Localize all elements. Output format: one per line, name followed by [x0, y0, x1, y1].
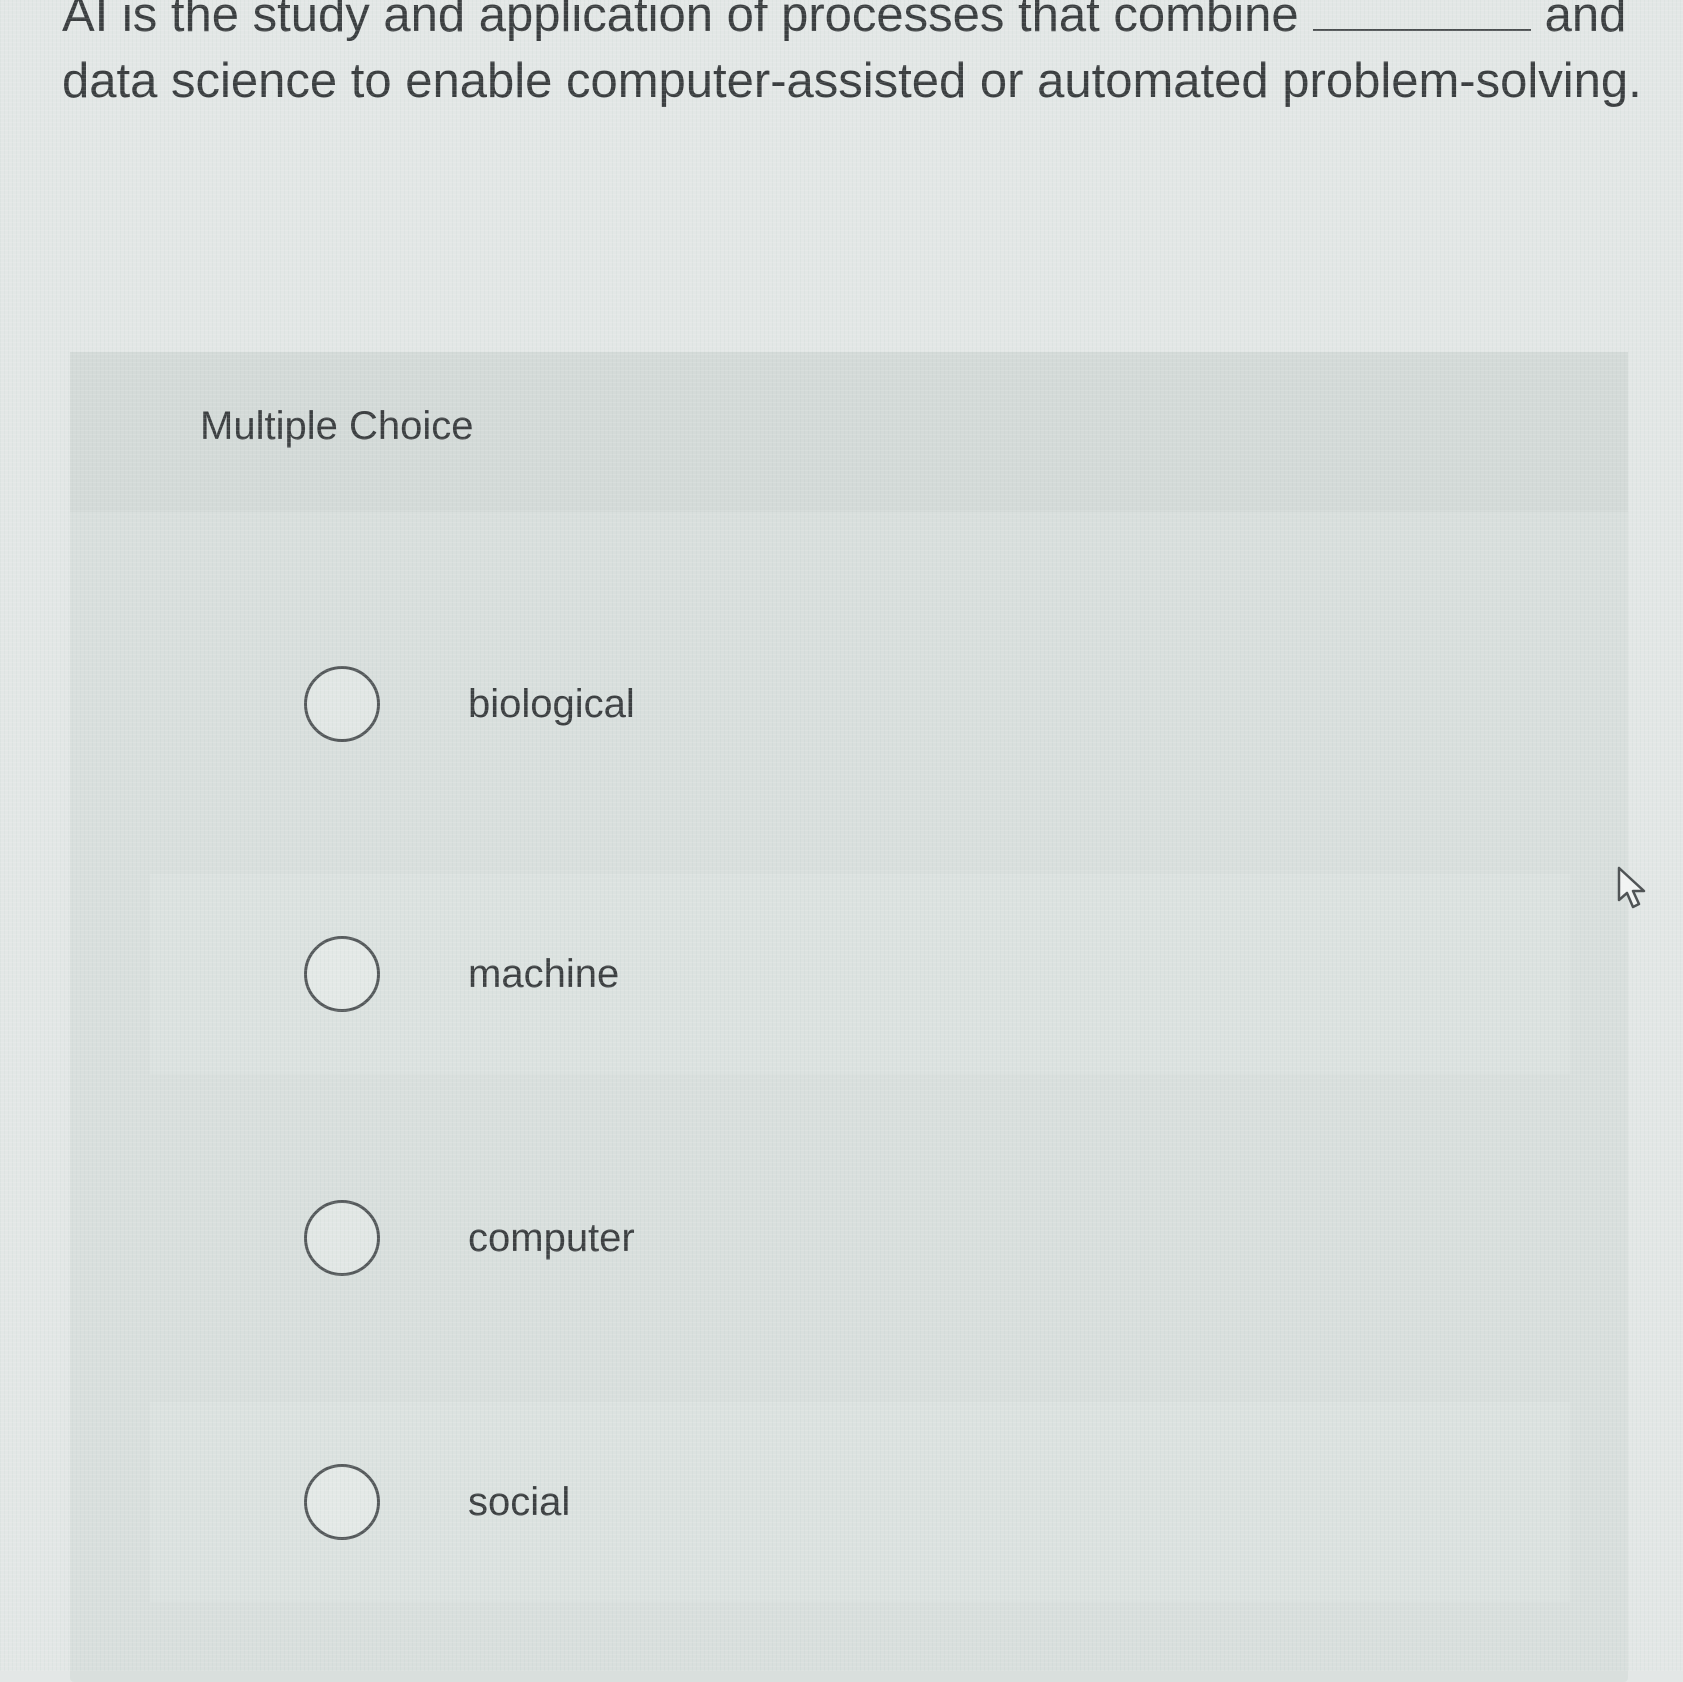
mouse-pointer-icon [1617, 866, 1646, 909]
option-machine[interactable]: machine [150, 874, 1570, 1074]
option-social[interactable]: social [150, 1402, 1570, 1602]
multiple-choice-header: Multiple Choice [70, 352, 1628, 512]
option-computer[interactable]: computer [150, 1138, 1570, 1338]
radio-circle-icon[interactable] [304, 1200, 380, 1276]
radio-circle-icon[interactable] [304, 936, 380, 1012]
option-biological[interactable]: biological [150, 604, 1570, 804]
question-text: AI is the study and application of proce… [62, 0, 1642, 114]
radio-circle-icon[interactable] [304, 1464, 380, 1540]
multiple-choice-panel: Multiple Choice biological machine compu… [70, 352, 1628, 1682]
option-label: social [468, 1479, 571, 1524]
option-label: machine [468, 951, 620, 996]
radio-circle-icon[interactable] [304, 666, 380, 742]
multiple-choice-title: Multiple Choice [200, 404, 474, 448]
option-label: computer [468, 1215, 635, 1260]
answer-blank [1312, 0, 1531, 31]
option-label: biological [468, 681, 635, 726]
question-text-before-blank: AI is the study and application of proce… [62, 0, 1299, 42]
